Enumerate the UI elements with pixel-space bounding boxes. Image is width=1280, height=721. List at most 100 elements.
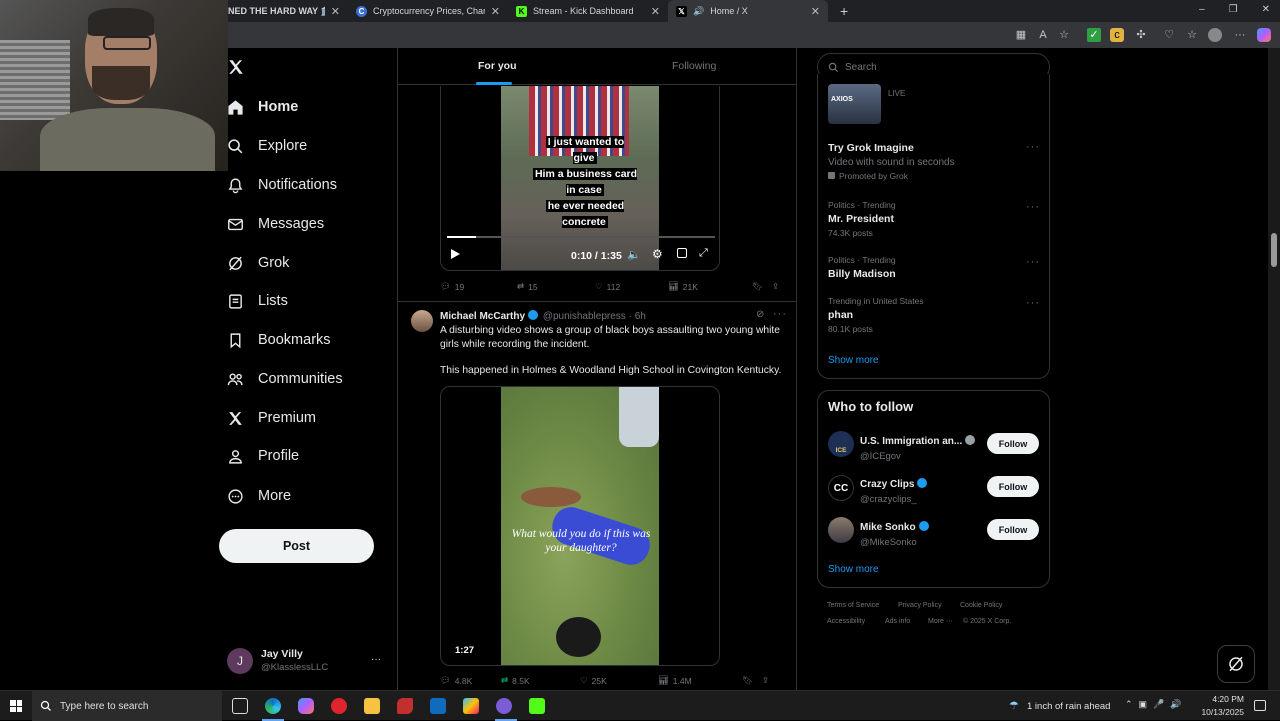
live-thumbnail[interactable]: AXIOS [828, 84, 881, 124]
browser-tab[interactable]: K Stream - Kick Dashboard ✕ [508, 0, 668, 22]
windows-start-icon[interactable] [10, 700, 22, 712]
file-explorer-icon[interactable] [364, 698, 380, 714]
follow-show-more-link[interactable]: Show more [828, 564, 879, 575]
nav-profile[interactable]: Profile [227, 440, 299, 472]
promo-trend[interactable]: Try Grok Imagine Video with sound in sec… [828, 142, 955, 181]
footer-terms-link[interactable]: Terms of Service [827, 602, 879, 609]
reader-icon[interactable]: ▦ [1014, 28, 1028, 42]
account-more-button[interactable]: ··· [371, 654, 381, 665]
share-icon[interactable]: ⇪ [772, 281, 779, 292]
fullscreen-icon[interactable]: ⤢ [699, 247, 708, 260]
system-tray-icons[interactable]: ⌃▣🎤🔊 [1125, 699, 1187, 710]
photos-icon[interactable] [463, 698, 479, 714]
nav-notifications[interactable]: Notifications [227, 169, 337, 201]
grok-float-button[interactable] [1217, 645, 1255, 683]
reply-button[interactable]: 💬︎ 19 [440, 281, 517, 292]
follow-button[interactable]: Follow [987, 476, 1039, 497]
outlook-icon[interactable] [430, 698, 446, 714]
trend-item[interactable]: Politics · Trending Billy Madison [828, 255, 896, 280]
nav-home[interactable]: Home [227, 91, 298, 123]
crazy-clips-avatar[interactable]: CC [828, 475, 854, 501]
taskbar-search[interactable]: Type here to search [32, 691, 222, 721]
new-tab-button[interactable]: + [840, 3, 848, 19]
extensions-puzzle-icon[interactable]: ✣ [1134, 28, 1148, 42]
post1-video-player[interactable]: I just wanted to give Him a business car… [440, 86, 720, 271]
trend-item[interactable]: Trending in United States phan 80.1K pos… [828, 296, 924, 334]
app-icon[interactable] [496, 698, 512, 714]
settings-gear-icon[interactable]: ⚙ [652, 247, 663, 261]
bookmark-button[interactable]: 🔖︎ [742, 675, 762, 686]
author-handle[interactable]: @punishablepress [543, 311, 626, 322]
like-button[interactable]: ♡ 112 [595, 281, 668, 292]
rain-icon[interactable]: ☂ [1009, 699, 1019, 712]
trend-more-button[interactable]: ··· [1026, 256, 1040, 268]
footer-more-link[interactable]: More ··· [928, 618, 953, 625]
clock-time[interactable]: 4:20 PM [1204, 694, 1244, 704]
tab-following[interactable]: Following [672, 60, 716, 72]
reply-button[interactable]: 💬︎ 4.8K [440, 675, 501, 686]
post2-video-player[interactable]: What would you do if this was your daugh… [440, 386, 720, 666]
weather-widget[interactable]: 1 inch of rain ahead [1027, 701, 1110, 712]
nav-explore[interactable]: Explore [227, 130, 307, 162]
maximize-button[interactable]: ❐ [1229, 4, 1238, 15]
footer-cookie-link[interactable]: Cookie Policy [960, 602, 1002, 609]
play-icon[interactable] [451, 249, 460, 259]
tab-close-icon[interactable]: ✕ [331, 5, 340, 18]
extension-icon[interactable]: ✓ [1087, 28, 1101, 42]
page-scrollbar[interactable] [1268, 48, 1280, 690]
nav-lists[interactable]: Lists [227, 285, 288, 317]
ice-avatar[interactable]: ICE [828, 431, 854, 457]
trend-more-button[interactable]: ··· [1026, 297, 1040, 309]
nav-messages[interactable]: Messages [227, 208, 324, 240]
favorite-star-icon[interactable]: ☆ [1057, 28, 1071, 42]
mike-sonko-avatar[interactable] [828, 517, 854, 543]
tab-close-icon[interactable]: ✕ [651, 5, 660, 18]
browser-essentials-icon[interactable]: ♡ [1162, 28, 1176, 42]
post-button[interactable]: Post [219, 529, 374, 563]
footer-privacy-link[interactable]: Privacy Policy [898, 602, 942, 609]
copilot-icon[interactable] [298, 698, 314, 714]
opera-icon[interactable] [331, 698, 347, 714]
account-avatar[interactable]: J [227, 648, 253, 674]
taskbar-search-input[interactable]: Type here to search [60, 701, 148, 712]
trend-item[interactable]: Politics · Trending Mr. President 74.3K … [828, 200, 896, 238]
profile-avatar-icon[interactable] [1208, 28, 1222, 42]
mute-icon[interactable]: 🔈 [627, 248, 641, 261]
close-window-button[interactable]: ✕ [1262, 4, 1270, 15]
video-progress-track[interactable] [447, 236, 715, 238]
extension-icon[interactable]: c [1110, 28, 1124, 42]
nav-bookmarks[interactable]: Bookmarks [227, 324, 331, 356]
follow-button[interactable]: Follow [987, 433, 1039, 454]
follow-suggestion[interactable]: Mike Sonko @MikeSonko [860, 517, 929, 548]
copilot-icon[interactable] [1257, 28, 1271, 42]
favorites-icon[interactable]: ☆ [1185, 28, 1199, 42]
share-icon[interactable]: ⇪ [762, 675, 769, 686]
author-name[interactable]: Michael McCarthy [440, 311, 525, 322]
read-aloud-icon[interactable]: A [1036, 28, 1050, 42]
trend-more-button[interactable]: ··· [1026, 201, 1040, 213]
bookmark-button[interactable]: 🔖︎ [752, 281, 772, 292]
repost-button[interactable]: ⇄ 15 [517, 281, 595, 292]
search-input[interactable]: Search [845, 62, 877, 73]
browser-tab[interactable]: C Cryptocurrency Prices, Charts, Da ✕ [348, 0, 508, 22]
follow-button[interactable]: Follow [987, 519, 1039, 540]
kick-app-icon[interactable] [529, 698, 545, 714]
clock-date[interactable]: 10/13/2025 [1198, 707, 1244, 717]
author-avatar[interactable] [411, 310, 433, 332]
notification-center-icon[interactable] [1254, 700, 1266, 711]
minimize-button[interactable]: – [1199, 4, 1205, 15]
browser-tab-active[interactable]: 𝕏 🔊 Home / X ✕ [668, 0, 828, 22]
trends-show-more-link[interactable]: Show more [828, 355, 879, 366]
grok-analyze-icon[interactable]: ⊘ [756, 309, 764, 320]
nav-communities[interactable]: Communities [227, 363, 343, 395]
post-time[interactable]: 6h [635, 311, 646, 322]
views-button[interactable]: 📊︎ 1.4M [658, 675, 742, 686]
speaker-icon[interactable]: 🔊 [693, 6, 704, 17]
x-logo-icon[interactable] [227, 58, 245, 76]
like-button[interactable]: ♡ 25K [580, 675, 658, 686]
follow-suggestion[interactable]: U.S. Immigration an... @ICEgov [860, 431, 976, 462]
app-icon[interactable] [397, 698, 413, 714]
views-button[interactable]: 📊︎ 21K [668, 281, 752, 292]
repost-button[interactable]: ⇄ 8.5K [501, 675, 580, 686]
task-view-icon[interactable] [232, 698, 248, 714]
